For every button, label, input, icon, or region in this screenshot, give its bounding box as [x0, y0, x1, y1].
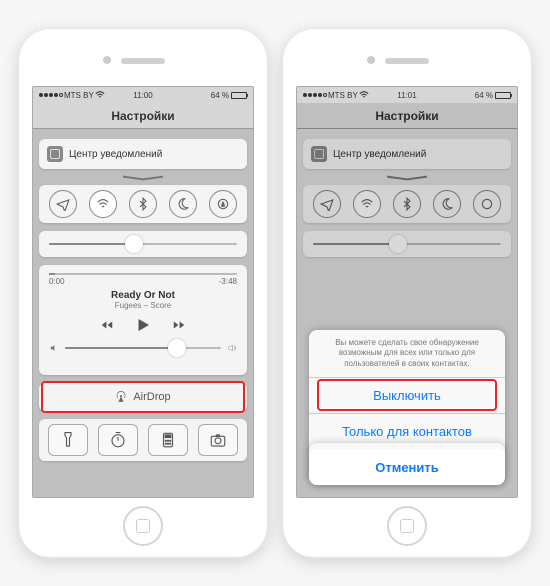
airplane-toggle[interactable]: [49, 190, 77, 218]
option-off[interactable]: Выключить: [309, 377, 505, 413]
toggles-row: [303, 185, 511, 223]
wifi-icon: [359, 91, 369, 99]
brightness-row: [303, 231, 511, 257]
dnd-toggle[interactable]: [169, 190, 197, 218]
volume-slider[interactable]: [65, 347, 221, 349]
time-elapsed: 0:00: [49, 277, 65, 286]
grabber: [387, 177, 427, 183]
wifi-toggle[interactable]: [89, 190, 117, 218]
notification-center-row: Центр уведомлений: [303, 139, 511, 169]
signal-dots: MTS BY: [39, 91, 105, 100]
phone-left: MTS BY 11:00 64 % Настройки Центр уведом…: [18, 28, 268, 558]
wifi-icon: [95, 91, 105, 99]
nav-bar: Настройки: [33, 103, 253, 129]
prev-button[interactable]: [100, 318, 114, 335]
nav-bar: Настройки: [297, 103, 517, 129]
music-panel: 0:00 -3:48 Ready Or Not Fugees – Score: [39, 265, 247, 375]
status-bar: MTS BY 11:01 64 %: [297, 87, 517, 103]
app-shortcuts: [39, 419, 247, 461]
bluetooth-toggle[interactable]: [129, 190, 157, 218]
notification-label: Центр уведомлений: [69, 149, 162, 160]
notification-icon: [311, 146, 327, 162]
next-button[interactable]: [172, 318, 186, 335]
calculator-button[interactable]: [148, 424, 188, 456]
home-button[interactable]: [123, 506, 163, 546]
grabber[interactable]: [123, 177, 163, 183]
screen-right: MTS BY 11:01 64 % Настройки Центр уведом…: [296, 86, 518, 498]
notification-icon: [47, 146, 63, 162]
home-button[interactable]: [387, 506, 427, 546]
volume-low-icon: [49, 343, 59, 353]
notification-center-row[interactable]: Центр уведомлений: [39, 139, 247, 169]
phone-right: MTS BY 11:01 64 % Настройки Центр уведом…: [282, 28, 532, 558]
volume-high-icon: [227, 343, 237, 353]
clock: 11:01: [397, 91, 416, 100]
flashlight-button[interactable]: [48, 424, 88, 456]
screen-left: MTS BY 11:00 64 % Настройки Центр уведом…: [32, 86, 254, 498]
sheet-description: Вы можете сделать свое обнаружение возмо…: [309, 330, 505, 377]
battery: 64 %: [211, 91, 247, 100]
toggles-row: [39, 185, 247, 223]
status-bar: MTS BY 11:00 64 %: [33, 87, 253, 103]
option-cancel[interactable]: Отменить: [309, 449, 505, 485]
time-remaining: -3:48: [219, 277, 237, 286]
play-button[interactable]: [134, 316, 152, 337]
orientation-lock-toggle[interactable]: [209, 190, 237, 218]
camera-button[interactable]: [198, 424, 238, 456]
brightness-row[interactable]: [39, 231, 247, 257]
clock: 11:00: [133, 91, 152, 100]
scrubber[interactable]: [49, 273, 237, 275]
track-artist: Fugees – Score: [49, 301, 237, 310]
airdrop-button[interactable]: AirDrop: [39, 383, 247, 411]
timer-button[interactable]: [98, 424, 138, 456]
brightness-slider[interactable]: [49, 243, 237, 245]
track-title: Ready Or Not: [49, 290, 237, 301]
nav-title: Настройки: [111, 109, 174, 123]
airdrop-icon: [115, 391, 127, 403]
airdrop-label: AirDrop: [133, 391, 170, 403]
carrier-label: MTS BY: [64, 91, 94, 100]
